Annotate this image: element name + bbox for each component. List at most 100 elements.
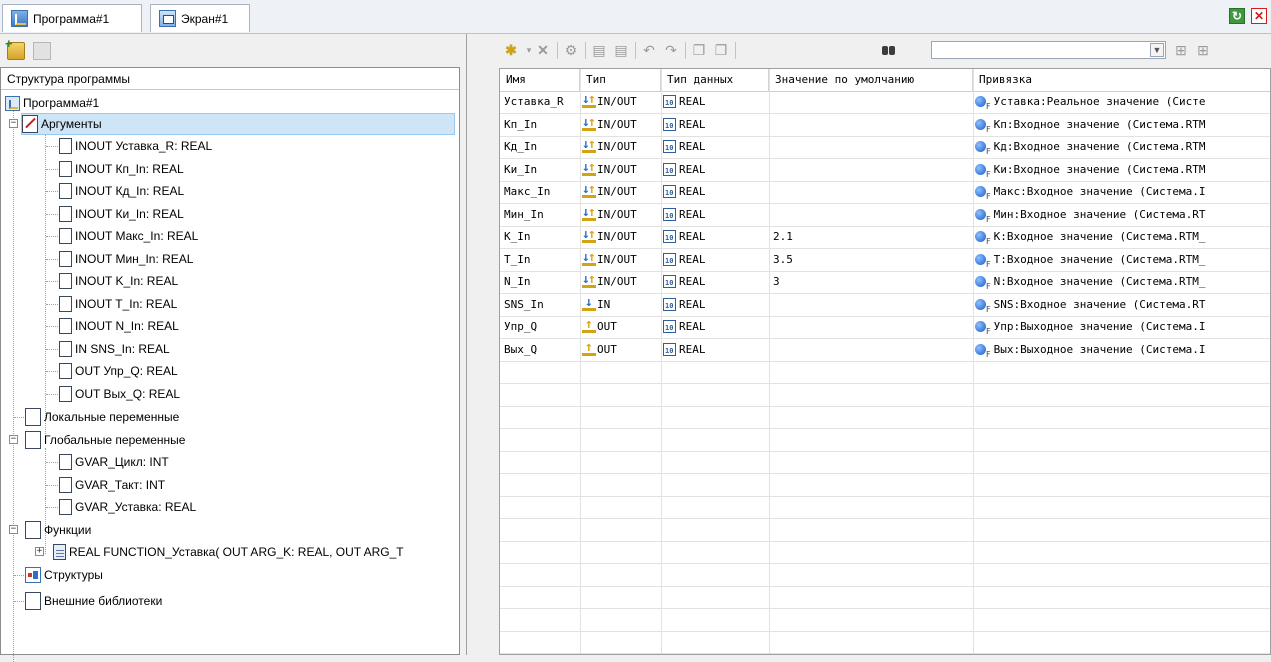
column-header-default[interactable]: Значение по умолчанию bbox=[769, 69, 973, 91]
cell-default[interactable]: 3 bbox=[769, 271, 973, 293]
cell-datatype[interactable]: REAL bbox=[661, 159, 769, 181]
move-down-icon[interactable]: ▤ bbox=[613, 42, 629, 58]
table-row[interactable]: Упр_Q OUT REAL FУпр:Выходное значение (Сист… bbox=[500, 316, 1270, 339]
cell-datatype[interactable]: REAL bbox=[661, 226, 769, 248]
cell-binding[interactable]: F N:Входное значение (Система.RTM_ bbox=[973, 271, 1270, 293]
paste-icon[interactable]: ❐ bbox=[713, 42, 729, 58]
delete-folder-icon[interactable] bbox=[33, 42, 51, 60]
cell-name[interactable]: Упр_Q bbox=[500, 316, 580, 338]
tree-item-local-vars[interactable]: Локальные переменные bbox=[25, 406, 179, 428]
cell-binding[interactable]: F T:Входное значение (Система.RTM_ bbox=[973, 249, 1270, 271]
table-row[interactable]: SNS_In IN REAL FSNS:Входное значение (Систе… bbox=[500, 294, 1270, 317]
add-folder-icon[interactable] bbox=[5, 36, 25, 60]
cell-default[interactable] bbox=[769, 204, 973, 226]
table-row[interactable]: Вых_Q OUT REAL FВых:Выходное значение (Сист… bbox=[500, 339, 1270, 362]
tree-item-program[interactable]: Программа#1 bbox=[5, 92, 99, 114]
cell-kind[interactable]: OUT bbox=[580, 339, 661, 361]
cell-binding[interactable]: F Вых:Выходное значение (Система.I bbox=[973, 339, 1270, 361]
tree-item-argument[interactable]: INOUT Мин_In: REAL bbox=[59, 248, 193, 270]
tree-item-global[interactable]: GVAR_Цикл: INT bbox=[59, 451, 169, 473]
search-input[interactable]: ▼ bbox=[931, 41, 1166, 59]
add-variable-icon[interactable]: ✱ bbox=[503, 42, 519, 58]
cell-binding[interactable]: F Упр:Выходное значение (Система.I bbox=[973, 316, 1270, 338]
tree-item-argument[interactable]: INOUT Уставка_R: REAL bbox=[59, 135, 212, 157]
table-row[interactable]: Макс_In IN/OUT REAL FМакс:Входное значение … bbox=[500, 181, 1270, 204]
cell-binding[interactable]: F Ки:Входное значение (Система.RTM bbox=[973, 159, 1270, 181]
cell-name[interactable]: Кд_In bbox=[500, 136, 580, 158]
cell-kind[interactable]: IN/OUT bbox=[580, 91, 661, 113]
column-header-kind[interactable]: Тип bbox=[580, 69, 661, 91]
move-up-icon[interactable]: ▤ bbox=[591, 42, 607, 58]
tab-program[interactable]: Программа#1 bbox=[2, 4, 142, 32]
cell-default[interactable] bbox=[769, 114, 973, 136]
close-icon[interactable]: ✕ bbox=[1251, 8, 1267, 24]
cell-binding[interactable]: F K:Входное значение (Система.RTM_ bbox=[973, 226, 1270, 248]
tree-item-argument[interactable]: INOUT Кп_In: REAL bbox=[59, 158, 184, 180]
copy-icon[interactable]: ❐ bbox=[691, 42, 707, 58]
cell-default[interactable] bbox=[769, 294, 973, 316]
cell-name[interactable]: K_In bbox=[500, 226, 580, 248]
tree-item-argument[interactable]: INOUT Ки_In: REAL bbox=[59, 203, 184, 225]
cell-default[interactable] bbox=[769, 136, 973, 158]
cell-binding[interactable]: F SNS:Входное значение (Система.RT bbox=[973, 294, 1270, 316]
cell-name[interactable]: Макс_In bbox=[500, 181, 580, 203]
tree-item-argument[interactable]: OUT Упр_Q: REAL bbox=[59, 360, 178, 382]
table-row[interactable]: T_InIN/OUTREAL3.5FT:Входное значение (Си… bbox=[500, 249, 1270, 272]
collapse-icon[interactable]: − bbox=[9, 435, 18, 444]
cell-default[interactable] bbox=[769, 159, 973, 181]
cell-name[interactable]: SNS_In bbox=[500, 294, 580, 316]
cell-datatype[interactable]: REAL bbox=[661, 271, 769, 293]
table-row[interactable]: N_InIN/OUTREAL3FN:Входное значение (Сист… bbox=[500, 271, 1270, 294]
cell-binding[interactable]: F Макс:Входное значение (Система.I bbox=[973, 181, 1270, 203]
cell-datatype[interactable]: REAL bbox=[661, 294, 769, 316]
tree-item-argument[interactable]: INOUT Макс_In: REAL bbox=[59, 225, 198, 247]
tree-item-global-vars[interactable]: Глобальные переменные bbox=[25, 429, 185, 451]
table-row[interactable]: Уставка_R IN/OUT REAL FУставка:Реальное зна… bbox=[500, 91, 1270, 114]
cell-binding[interactable]: F Кп:Входное значение (Система.RTM bbox=[973, 114, 1270, 136]
cell-kind[interactable]: IN bbox=[580, 294, 661, 316]
cell-kind[interactable]: IN/OUT bbox=[580, 204, 661, 226]
find-prev-icon[interactable]: ⊞ bbox=[1195, 42, 1211, 58]
table-row[interactable]: Кд_In IN/OUT REAL FКд:Входное значение (Сис… bbox=[500, 136, 1270, 159]
cell-name[interactable]: T_In bbox=[500, 249, 580, 271]
cell-datatype[interactable]: REAL bbox=[661, 136, 769, 158]
tree-item-argument[interactable]: INOUT K_In: REAL bbox=[59, 270, 178, 292]
collapse-icon[interactable]: − bbox=[9, 525, 18, 534]
cell-kind[interactable]: IN/OUT bbox=[580, 226, 661, 248]
expand-icon[interactable]: + bbox=[35, 547, 44, 556]
tree-item-argument[interactable]: INOUT T_In: REAL bbox=[59, 293, 177, 315]
cell-kind[interactable]: IN/OUT bbox=[580, 136, 661, 158]
cell-binding[interactable]: F Мин:Входное значение (Система.RT bbox=[973, 204, 1270, 226]
column-header-name[interactable]: Имя bbox=[500, 69, 580, 91]
tree-item-argument[interactable]: INOUT N_In: REAL bbox=[59, 315, 179, 337]
tree-item-global[interactable]: GVAR_Такт: INT bbox=[59, 474, 165, 496]
tree-item-function[interactable]: REAL FUNCTION_Уставка( OUT ARG_K: REAL, … bbox=[53, 541, 459, 563]
settings-icon[interactable]: ⚙ bbox=[563, 42, 579, 58]
tree-item-argument[interactable]: IN SNS_In: REAL bbox=[59, 338, 170, 360]
redo-icon[interactable]: ↷ bbox=[663, 42, 679, 58]
tree-item-ext-libs[interactable]: Внешние библиотеки bbox=[25, 590, 162, 612]
table-row[interactable]: Ки_In IN/OUT REAL FКи:Входное значение (Сис… bbox=[500, 159, 1270, 182]
cell-name[interactable]: N_In bbox=[500, 271, 580, 293]
cell-default[interactable]: 2.1 bbox=[769, 226, 973, 248]
tree-item-argument[interactable]: OUT Вых_Q: REAL bbox=[59, 383, 180, 405]
cell-default[interactable] bbox=[769, 181, 973, 203]
cell-kind[interactable]: IN/OUT bbox=[580, 159, 661, 181]
cell-binding[interactable]: F Уставка:Реальное значение (Систе bbox=[973, 91, 1270, 113]
cell-kind[interactable]: IN/OUT bbox=[580, 249, 661, 271]
cell-default[interactable] bbox=[769, 339, 973, 361]
table-row[interactable]: Мин_In IN/OUT REAL FМин:Входное значение (С… bbox=[500, 204, 1270, 227]
tab-screen[interactable]: Экран#1 bbox=[150, 4, 250, 32]
cell-name[interactable]: Вых_Q bbox=[500, 339, 580, 361]
cell-kind[interactable]: OUT bbox=[580, 316, 661, 338]
tree-item-structures[interactable]: Структуры bbox=[25, 564, 103, 586]
tree-item-arguments[interactable]: Аргументы bbox=[21, 113, 455, 135]
cell-kind[interactable]: IN/OUT bbox=[580, 181, 661, 203]
cell-name[interactable]: Мин_In bbox=[500, 204, 580, 226]
column-header-binding[interactable]: Привязка bbox=[973, 69, 1270, 91]
binoculars-icon[interactable] bbox=[881, 43, 897, 57]
cell-kind[interactable]: IN/OUT bbox=[580, 271, 661, 293]
column-header-datatype[interactable]: Тип данных bbox=[661, 69, 769, 91]
cell-default[interactable]: 3.5 bbox=[769, 249, 973, 271]
tree-item-functions[interactable]: Функции bbox=[25, 519, 91, 541]
